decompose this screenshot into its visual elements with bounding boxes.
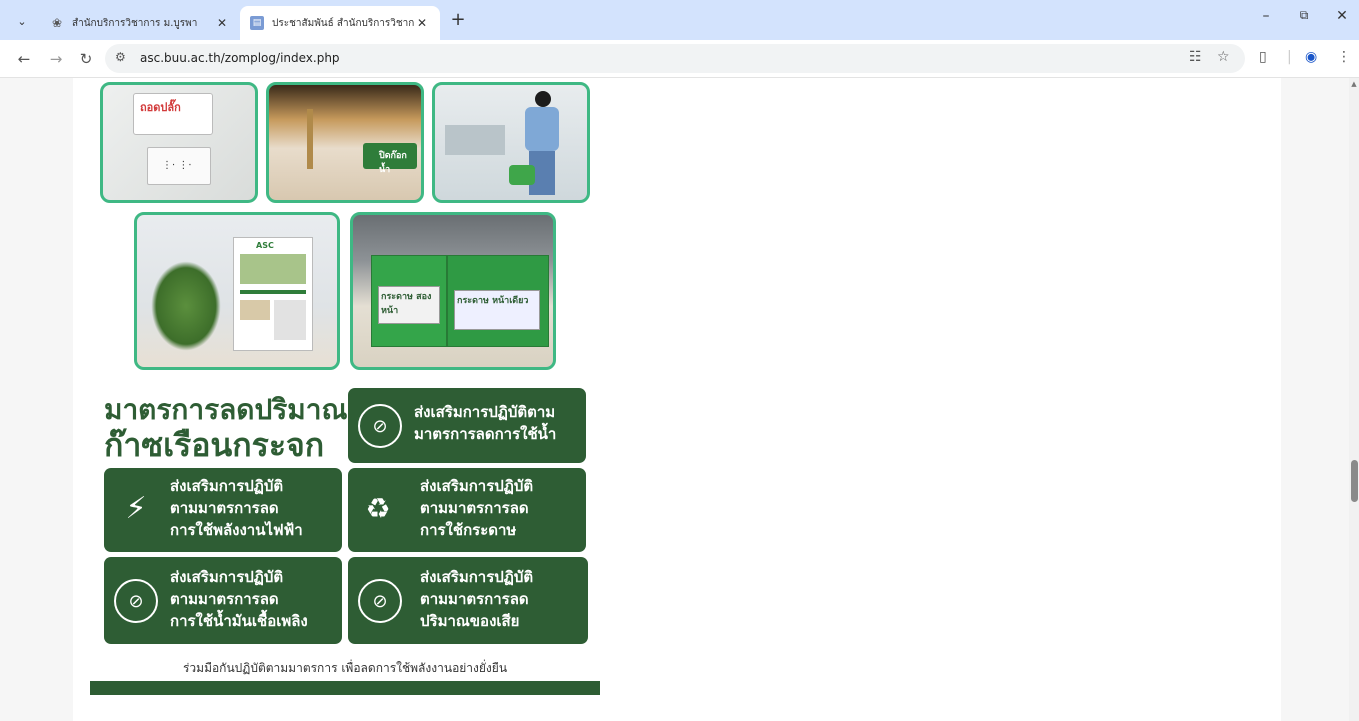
- card-water: ⊘ ส่งเสริมการปฏิบัติตาม มาตรการลดการใช้น…: [348, 388, 586, 463]
- menu-kebab-icon[interactable]: ⋮: [1337, 49, 1351, 65]
- no-waste-icon: ⊘: [358, 579, 402, 623]
- card-waste: ⊘ ส่งเสริมการปฏิบัติ ตามมาตรการลด ปริมาณ…: [348, 557, 588, 644]
- faucet: [307, 109, 313, 169]
- tab-title: สำนักบริการวิชาการ ม.บูรพา: [72, 17, 198, 29]
- headline-line2: ก๊าซเรือนกระจก: [104, 427, 325, 463]
- card-fuel-line3: การใช้น้ำมันเชื้อเพลิง: [170, 612, 308, 630]
- page-favicon-icon: ▤: [250, 16, 264, 30]
- poster-footer-bar: [90, 681, 600, 695]
- photo-unplug-sign: ถอดปลั๊ก ⋮⋅ ⋮⋅: [100, 82, 258, 203]
- tap-sign: ปิดก๊อกน้ำ: [363, 143, 417, 175]
- browser-toolbar: ← → ↻ ⚙ asc.buu.ac.th/zomplog/index.php …: [0, 40, 1359, 78]
- lightning-icon: ⚡: [125, 490, 147, 526]
- tab-strip: ⌄ ❀ สำนักบริการวิชาการ ม.บูรพา ✕ ▤ ประชา…: [0, 0, 1359, 40]
- tab-title: ประชาสัมพันธ์ สำนักบริการวิชาการ: [272, 17, 414, 29]
- potted-plant: [151, 261, 221, 351]
- card-paper-line3: การใช้กระดาษ: [420, 521, 517, 539]
- card-electricity-line1: ส่งเสริมการปฏิบัติ: [170, 477, 284, 495]
- page-viewport: ถอดปลั๊ก ⋮⋅ ⋮⋅ ปิดก๊อกน้ำ ASC กระดาษ สอง…: [0, 78, 1359, 721]
- card-electricity-line2: ตามมาตรการลด: [170, 499, 279, 517]
- outlet-icon: ⋮⋅ ⋮⋅: [162, 160, 192, 171]
- box-right-label: กระดาษ หน้าเดียว: [454, 290, 540, 330]
- tab-asc-home[interactable]: ❀ สำนักบริการวิชาการ ม.บูรพา ✕: [40, 6, 240, 40]
- card-paper-line1: ส่งเสริมการปฏิบัติ: [420, 477, 534, 495]
- no-water-icon: ⊘: [358, 404, 402, 448]
- card-electricity-line3: การใช้พลังงานไฟฟ้า: [170, 521, 303, 539]
- ghg-poster: ถอดปลั๊ก ⋮⋅ ⋮⋅ ปิดก๊อกน้ำ ASC กระดาษ สอง…: [90, 78, 600, 697]
- info-board-bar: [240, 290, 306, 294]
- card-waste-line3: ปริมาณของเสีย: [420, 612, 520, 630]
- reload-button[interactable]: ↻: [76, 49, 96, 69]
- toolbar-divider: |: [1287, 49, 1292, 65]
- card-paper-line2: ตามมาตรการลด: [420, 499, 529, 517]
- photo-faucet: ปิดก๊อกน้ำ: [266, 82, 424, 203]
- info-board-image: [240, 254, 306, 284]
- site-favicon-icon: ❀: [51, 16, 63, 30]
- photo-staff-recycling: [432, 82, 590, 203]
- scroll-up-arrow-icon[interactable]: ▲: [1349, 80, 1359, 88]
- poster-footer-text: ร่วมมือกันปฏิบัติตามมาตรการ เพื่อลดการใช…: [182, 661, 508, 675]
- minimize-button[interactable]: –: [1251, 8, 1281, 24]
- card-waste-line2: ตามมาตรการลด: [420, 590, 529, 608]
- site-info-icon[interactable]: ⚙: [115, 50, 126, 64]
- card-fuel-line2: ตามมาตรการลด: [170, 590, 279, 608]
- paper-box-right: กระดาษ หน้าเดียว: [447, 255, 549, 347]
- no-car-icon: ⊘: [114, 579, 158, 623]
- card-electricity: ⚡ ส่งเสริมการปฏิบัติ ตามมาตรการลด การใช้…: [104, 468, 342, 552]
- paper-recycle-icon: ♻: [365, 491, 391, 525]
- tab-public-relations[interactable]: ▤ ประชาสัมพันธ์ สำนักบริการวิชาการ ✕: [240, 6, 440, 40]
- unplug-sign-label: ถอดปลั๊ก: [140, 101, 181, 114]
- box-left-label: กระดาษ สองหน้า: [378, 286, 440, 324]
- kitchen-counter: [445, 125, 505, 155]
- unplug-sign: ถอดปลั๊ก: [133, 93, 213, 135]
- tab-search-button[interactable]: ⌄: [12, 11, 32, 31]
- card-waste-line1: ส่งเสริมการปฏิบัติ: [420, 568, 534, 586]
- close-tab-icon[interactable]: ✕: [214, 16, 230, 30]
- profile-icon[interactable]: ◉: [1305, 49, 1317, 65]
- info-board-photo: [240, 300, 270, 320]
- scrollbar-thumb[interactable]: [1351, 460, 1358, 502]
- close-window-button[interactable]: ✕: [1327, 8, 1357, 24]
- staff-uniform: [525, 107, 559, 151]
- card-fuel: ⊘ ส่งเสริมการปฏิบัติ ตามมาตรการลด การใช้…: [104, 557, 342, 644]
- forward-button[interactable]: →: [46, 49, 66, 69]
- extensions-icon[interactable]: ▯: [1259, 49, 1267, 65]
- card-water-line2: มาตรการลดการใช้น้ำ: [414, 425, 557, 443]
- photo-paper-boxes: กระดาษ สองหน้า กระดาษ หน้าเดียว: [350, 212, 556, 370]
- paper-box-left: กระดาษ สองหน้า: [371, 255, 447, 347]
- card-water-line1: ส่งเสริมการปฏิบัติตาม: [414, 403, 556, 421]
- info-board-text: [274, 300, 306, 340]
- back-button[interactable]: ←: [14, 49, 34, 69]
- staff-head: [535, 91, 551, 107]
- power-outlet: ⋮⋅ ⋮⋅: [147, 147, 211, 185]
- new-tab-button[interactable]: +: [448, 10, 468, 30]
- green-basket: [509, 165, 535, 185]
- bookmark-star-icon[interactable]: ☆: [1217, 49, 1230, 65]
- close-tab-icon[interactable]: ✕: [414, 16, 430, 30]
- tap-sign-label: ปิดก๊อกน้ำ: [379, 151, 407, 175]
- card-paper: ♻ ส่งเสริมการปฏิบัติ ตามมาตรการลด การใช้…: [348, 468, 586, 552]
- restore-button[interactable]: ⧉: [1289, 8, 1319, 23]
- info-board: ASC: [233, 237, 313, 351]
- url-text[interactable]: asc.buu.ac.th/zomplog/index.php: [140, 51, 340, 65]
- info-board-title: ASC: [256, 241, 274, 250]
- vertical-scrollbar[interactable]: [1349, 78, 1359, 721]
- translate-icon[interactable]: ☷: [1189, 49, 1202, 65]
- address-bar[interactable]: ⚙ asc.buu.ac.th/zomplog/index.php ☷ ☆: [105, 44, 1245, 73]
- photo-poster-board: ASC: [134, 212, 340, 370]
- card-fuel-line1: ส่งเสริมการปฏิบัติ: [170, 568, 284, 586]
